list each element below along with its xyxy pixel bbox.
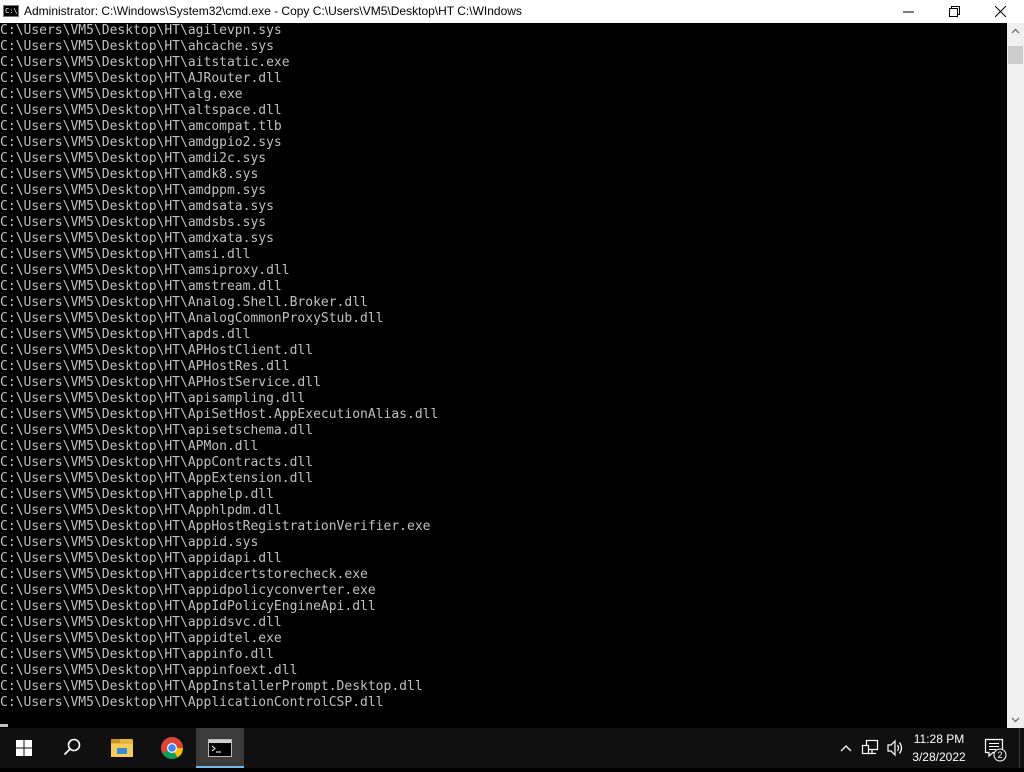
- clock-date: 3/28/2022: [912, 750, 966, 764]
- console-line: C:\Users\VM5\Desktop\HT\agilevpn.sys: [0, 23, 282, 38]
- console-line: C:\Users\VM5\Desktop\HT\aitstatic.exe: [0, 55, 290, 70]
- console-line: C:\Users\VM5\Desktop\HT\alg.exe: [0, 87, 243, 102]
- console-line: C:\Users\VM5\Desktop\HT\appidapi.dll: [0, 551, 282, 566]
- console-lines: C:\Users\VM5\Desktop\HT\agilevpn.sys C:\U…: [0, 23, 438, 711]
- scroll-down-button[interactable]: [1007, 711, 1024, 728]
- console-line: C:\Users\VM5\Desktop\HT\ApiSetHost.AppEx…: [0, 407, 439, 422]
- console-line: C:\Users\VM5\Desktop\HT\APHostService.dl…: [0, 375, 321, 390]
- title-bar[interactable]: C:\ Administrator: C:\Windows\System32\c…: [0, 0, 1024, 23]
- windows-start-icon: [16, 740, 32, 756]
- search-icon: [63, 738, 81, 756]
- console-line: C:\Users\VM5\Desktop\HT\apphelp.dll: [0, 487, 274, 502]
- maximize-button[interactable]: [932, 0, 978, 23]
- volume-button[interactable]: [884, 728, 906, 768]
- notification-count-badge: 2: [997, 750, 1003, 760]
- console-line: C:\Users\VM5\Desktop\HT\appinfoext.dll: [0, 663, 298, 678]
- console-line: C:\Users\VM5\Desktop\HT\appidsvc.dll: [0, 615, 282, 630]
- console-line: C:\Users\VM5\Desktop\HT\AppExtension.dll: [0, 471, 314, 486]
- console-line: C:\Users\VM5\Desktop\HT\amstream.dll: [0, 279, 282, 294]
- file-explorer-icon: [111, 739, 133, 757]
- show-desktop-button[interactable]: [1019, 728, 1024, 768]
- minimize-button[interactable]: [886, 0, 932, 23]
- vertical-scrollbar[interactable]: [1007, 23, 1024, 728]
- console-line: C:\Users\VM5\Desktop\HT\amdi2c.sys: [0, 151, 267, 166]
- clock-time: 11:28 PM: [913, 732, 965, 746]
- file-explorer-button[interactable]: [98, 728, 146, 768]
- console-line: C:\Users\VM5\Desktop\HT\AppContracts.dll: [0, 455, 314, 470]
- console-line: C:\Users\VM5\Desktop\HT\Analog.Shell.Bro…: [0, 295, 368, 310]
- console-line: C:\Users\VM5\Desktop\HT\amcompat.tlb: [0, 119, 282, 134]
- console-line: C:\Users\VM5\Desktop\HT\Apphlpdm.dll: [0, 503, 282, 518]
- chrome-button[interactable]: [148, 728, 196, 768]
- console-line: C:\Users\VM5\Desktop\HT\amdk8.sys: [0, 167, 259, 182]
- chevron-up-icon: [840, 745, 852, 752]
- start-button[interactable]: [0, 728, 48, 768]
- console-line: C:\Users\VM5\Desktop\HT\APMon.dll: [0, 439, 259, 454]
- console-line: C:\Users\VM5\Desktop\HT\AppIdPolicyEngin…: [0, 599, 376, 614]
- notification-icon: [984, 738, 1007, 762]
- close-icon: [995, 6, 1007, 18]
- chrome-icon: [161, 737, 183, 759]
- console-line: C:\Users\VM5\Desktop\HT\APHostRes.dll: [0, 359, 290, 374]
- console-line: C:\Users\VM5\Desktop\HT\ApplicationContr…: [0, 695, 384, 710]
- console-line: C:\Users\VM5\Desktop\HT\amdsata.sys: [0, 199, 274, 214]
- console-line: C:\Users\VM5\Desktop\HT\amsi.dll: [0, 247, 251, 262]
- console-line: C:\Users\VM5\Desktop\HT\appidcertstorech…: [0, 567, 368, 582]
- console-line: C:\Users\VM5\Desktop\HT\APHostClient.dll: [0, 343, 314, 358]
- console-line: C:\Users\VM5\Desktop\HT\appidtel.exe: [0, 631, 282, 646]
- console-line: C:\Users\VM5\Desktop\HT\altspace.dll: [0, 103, 282, 118]
- console-line: C:\Users\VM5\Desktop\HT\AJRouter.dll: [0, 71, 282, 86]
- search-button[interactable]: [48, 728, 96, 768]
- console-line: C:\Users\VM5\Desktop\HT\amdppm.sys: [0, 183, 267, 198]
- scroll-up-button[interactable]: [1007, 23, 1024, 40]
- show-hidden-icons-button[interactable]: [836, 728, 856, 768]
- network-button[interactable]: [860, 728, 882, 768]
- console-line: C:\Users\VM5\Desktop\HT\apds.dll: [0, 327, 251, 342]
- console-line: C:\Users\VM5\Desktop\HT\apisampling.dll: [0, 391, 306, 406]
- speaker-icon: [887, 739, 903, 757]
- console-line: C:\Users\VM5\Desktop\HT\appidpolicyconve…: [0, 583, 376, 598]
- network-icon: [861, 739, 879, 755]
- chevron-down-icon: [1011, 717, 1020, 723]
- window-title: Administrator: C:\Windows\System32\cmd.e…: [24, 4, 522, 18]
- chevron-up-icon: [1011, 28, 1020, 34]
- minimize-icon: [903, 11, 914, 13]
- command-prompt-button[interactable]: [196, 728, 244, 768]
- close-button[interactable]: [978, 0, 1024, 23]
- action-center-button[interactable]: [978, 728, 1024, 768]
- console-line: C:\Users\VM5\Desktop\HT\amdxata.sys: [0, 231, 274, 246]
- console-line: C:\Users\VM5\Desktop\HT\appid.sys: [0, 535, 259, 550]
- console-line: C:\Users\VM5\Desktop\HT\AppInstallerProm…: [0, 679, 423, 694]
- restore-icon: [949, 6, 960, 17]
- console-output[interactable]: C:\Users\VM5\Desktop\HT\agilevpn.sys C:\U…: [0, 23, 1007, 728]
- clock[interactable]: 11:28 PM 3/28/2022: [904, 728, 974, 768]
- scroll-thumb[interactable]: [1008, 46, 1023, 64]
- console-line: C:\Users\VM5\Desktop\HT\AppHostRegistrat…: [0, 519, 431, 534]
- console-line: C:\Users\VM5\Desktop\HT\ahcache.sys: [0, 39, 274, 54]
- console-line: C:\Users\VM5\Desktop\HT\amdgpio2.sys: [0, 135, 282, 150]
- console-line: C:\Users\VM5\Desktop\HT\amdsbs.sys: [0, 215, 267, 230]
- console-line: C:\Users\VM5\Desktop\HT\appinfo.dll: [0, 647, 274, 662]
- console-line: C:\Users\VM5\Desktop\HT\apisetschema.dll: [0, 423, 314, 438]
- console-line: C:\Users\VM5\Desktop\HT\AnalogCommonProx…: [0, 311, 384, 326]
- taskbar: 11:28 PM 3/28/2022 2: [0, 728, 1024, 768]
- console-line: C:\Users\VM5\Desktop\HT\amsiproxy.dll: [0, 263, 290, 278]
- cmd-window-icon[interactable]: C:\: [3, 5, 19, 17]
- text-cursor: [0, 724, 8, 727]
- command-prompt-icon: [208, 739, 232, 757]
